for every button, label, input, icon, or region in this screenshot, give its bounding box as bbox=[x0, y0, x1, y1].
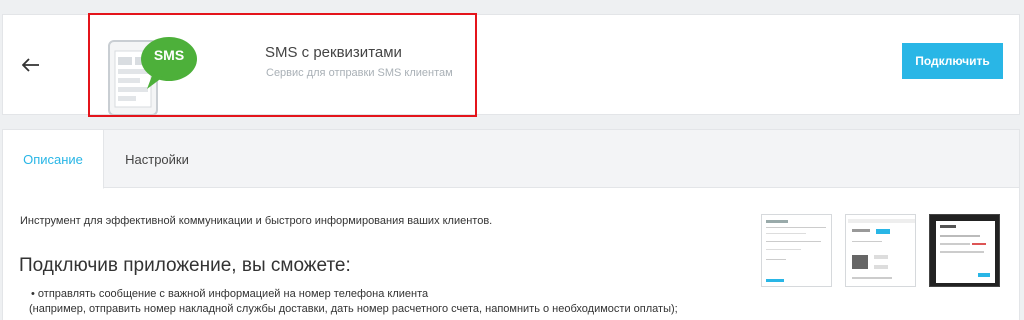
list-item-continuation: (например, отправить номер накладной слу… bbox=[29, 303, 678, 315]
tab-settings[interactable]: Настройки bbox=[104, 130, 210, 189]
back-arrow-icon bbox=[22, 58, 39, 72]
content-card: Описание Настройки Инструмент для эффект… bbox=[2, 129, 1020, 320]
highlight-box bbox=[88, 13, 477, 117]
screenshot-thumbnail-1[interactable] bbox=[761, 214, 832, 287]
connect-button[interactable]: Подключить bbox=[902, 43, 1003, 79]
intro-text: Инструмент для эффективной коммуникации … bbox=[20, 215, 493, 227]
back-button[interactable] bbox=[17, 51, 45, 79]
thumbnail-image bbox=[766, 220, 826, 282]
tab-bar: Описание Настройки bbox=[3, 130, 1019, 189]
list-item: • отправлять сообщение с важной информац… bbox=[31, 288, 429, 300]
screenshot-thumbnail-3[interactable] bbox=[929, 214, 1000, 287]
thumbnail-image bbox=[848, 219, 915, 279]
tab-description[interactable]: Описание bbox=[3, 130, 104, 189]
screenshot-thumbnail-2[interactable] bbox=[845, 214, 916, 287]
section-heading: Подключив приложение, вы сможете: bbox=[19, 255, 351, 276]
feature-list: • отправлять сообщение с важной информац… bbox=[29, 287, 678, 317]
thumbnail-image bbox=[936, 221, 995, 283]
